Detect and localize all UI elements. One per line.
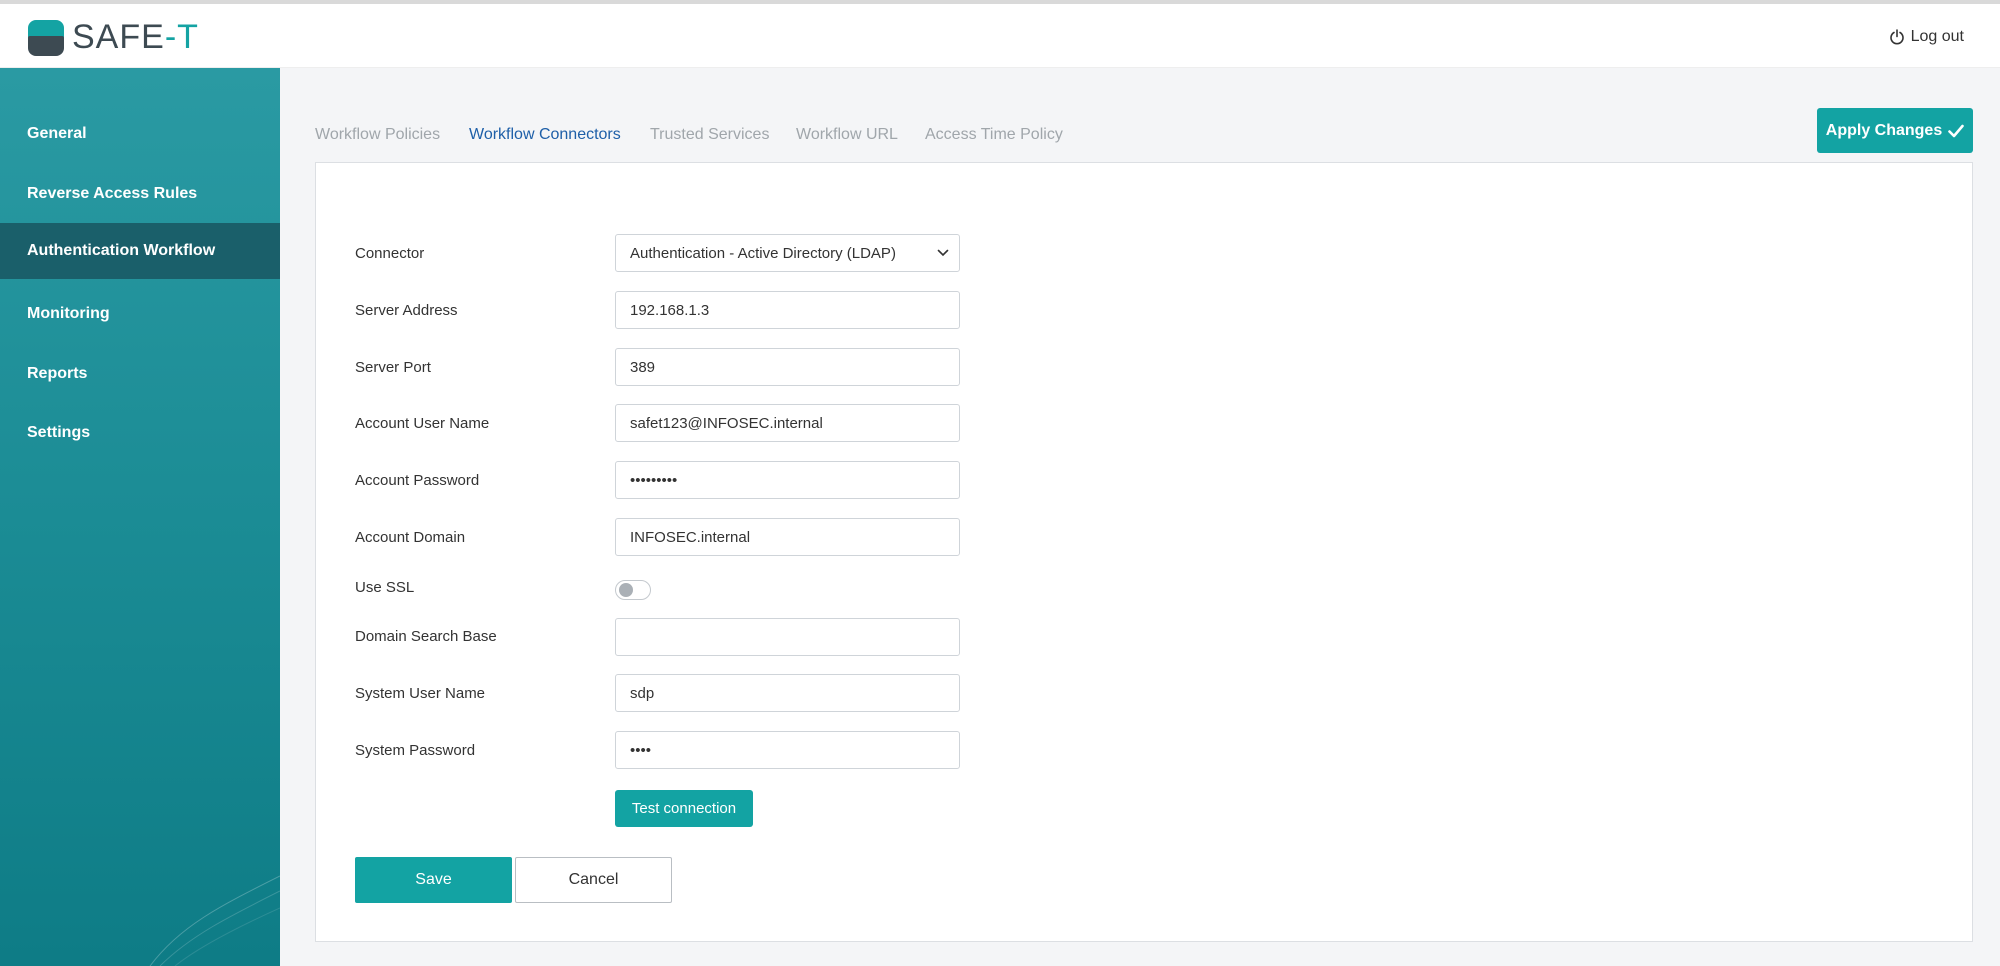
apply-changes-button[interactable]: Apply Changes bbox=[1817, 108, 1973, 153]
server-address-label: Server Address bbox=[355, 302, 458, 319]
sidebar-item-reports[interactable]: Reports bbox=[0, 346, 280, 402]
system-password-label: System Password bbox=[355, 742, 476, 759]
system-user-name-field[interactable]: sdp bbox=[615, 674, 960, 712]
connector-label: Connector bbox=[355, 245, 425, 262]
server-address-field[interactable]: 192.168.1.3 bbox=[615, 291, 960, 329]
sidebar-item-label: General bbox=[27, 125, 87, 142]
logout-button[interactable]: Log out bbox=[1889, 28, 1964, 46]
toggle-knob bbox=[619, 583, 633, 597]
logout-label: Log out bbox=[1910, 28, 1964, 45]
test-connection-button[interactable]: Test connection bbox=[615, 790, 753, 827]
account-password-field[interactable]: ••••••••• bbox=[615, 461, 960, 499]
sidebar: General Reverse Access Rules Authenticat… bbox=[0, 68, 280, 966]
sidebar-item-label: Authentication Workflow bbox=[27, 242, 216, 259]
logo-text: SAFE-T bbox=[72, 18, 199, 56]
sidebar-item-label: Reverse Access Rules bbox=[27, 185, 198, 202]
sidebar-item-monitoring[interactable]: Monitoring bbox=[0, 286, 280, 342]
safe-t-logo: SAFE-T bbox=[28, 18, 199, 57]
logo-mark-icon bbox=[28, 19, 64, 56]
sidebar-item-label: Settings bbox=[27, 424, 91, 441]
account-password-label: Account Password bbox=[355, 472, 480, 489]
top-bar: SAFE-T Log out bbox=[0, 0, 2000, 68]
use-ssl-toggle[interactable] bbox=[615, 580, 651, 600]
sidebar-item-settings[interactable]: Settings bbox=[0, 405, 280, 461]
chevron-down-icon bbox=[937, 249, 949, 257]
sidebar-item-label: Reports bbox=[27, 365, 88, 382]
connector-form-panel: Connector Authentication - Active Direct… bbox=[315, 162, 1973, 942]
sidebar-item-label: Monitoring bbox=[27, 305, 110, 322]
checkmark-icon bbox=[1948, 124, 1965, 137]
cancel-button[interactable]: Cancel bbox=[515, 857, 672, 903]
sidebar-item-general[interactable]: General bbox=[0, 106, 280, 162]
connector-selected-value: Authentication - Active Directory (LDAP) bbox=[630, 244, 896, 262]
sidebar-item-authentication-workflow[interactable]: Authentication Workflow bbox=[0, 223, 280, 279]
account-user-name-label: Account User Name bbox=[355, 415, 490, 432]
sidebar-item-reverse-access-rules[interactable]: Reverse Access Rules bbox=[0, 166, 280, 222]
domain-search-base-label: Domain Search Base bbox=[355, 628, 497, 645]
apply-changes-label: Apply Changes bbox=[1825, 121, 1943, 139]
server-port-field[interactable]: 389 bbox=[615, 348, 960, 386]
account-domain-field[interactable]: INFOSEC.internal bbox=[615, 518, 960, 556]
system-password-field[interactable]: •••• bbox=[615, 731, 960, 769]
system-user-name-label: System User Name bbox=[355, 685, 486, 702]
save-button[interactable]: Save bbox=[355, 857, 512, 903]
server-port-label: Server Port bbox=[355, 359, 431, 376]
account-user-name-field[interactable]: safet123@INFOSEC.internal bbox=[615, 404, 960, 442]
use-ssl-label: Use SSL bbox=[355, 579, 415, 596]
connector-select[interactable]: Authentication - Active Directory (LDAP) bbox=[615, 234, 960, 272]
account-domain-label: Account Domain bbox=[355, 529, 466, 546]
domain-search-base-field[interactable] bbox=[615, 618, 960, 656]
decorative-wave-icon bbox=[149, 875, 280, 966]
power-icon bbox=[1889, 29, 1904, 45]
